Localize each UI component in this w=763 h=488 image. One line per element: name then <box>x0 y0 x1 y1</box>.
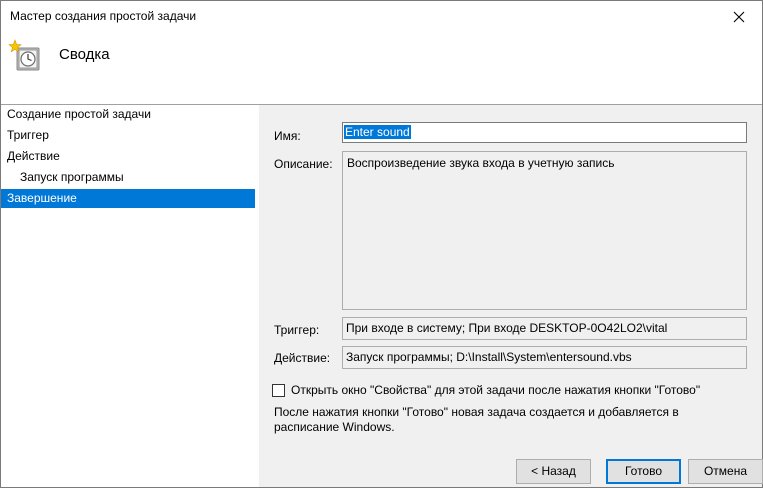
name-field-value: Enter sound <box>344 125 411 139</box>
task-scheduler-clock-icon <box>8 39 40 71</box>
nav-item-label: Действие <box>7 149 60 163</box>
close-button[interactable] <box>716 1 762 32</box>
open-properties-label[interactable]: Открыть окно "Свойства" для этой задачи … <box>291 383 700 397</box>
cancel-button[interactable]: Отмена <box>688 459 763 484</box>
name-field[interactable]: Enter sound <box>342 122 747 143</box>
wizard-body: Создание простой задачи Триггер Действие… <box>1 105 763 487</box>
action-field-value: Запуск программы; D:\Install\System\ente… <box>346 350 632 364</box>
action-label: Действие: <box>274 351 331 365</box>
nav-item-label: Запуск программы <box>20 170 124 184</box>
wizard-steps-nav: Создание простой задачи Триггер Действие… <box>1 105 259 487</box>
nav-item-label: Создание простой задачи <box>7 107 151 121</box>
trigger-field-value: При входе в систему; При входе DESKTOP-0… <box>346 321 668 335</box>
nav-item-label: Завершение <box>7 191 77 205</box>
nav-item-start-program[interactable]: Запуск программы <box>1 168 274 187</box>
close-icon <box>733 11 745 22</box>
description-field-value: Воспроизведение звука входа в учетную за… <box>347 156 615 170</box>
nav-item-label: Триггер <box>7 128 49 142</box>
title-bar: Мастер создания простой задачи <box>1 1 762 32</box>
nav-item-create-task[interactable]: Создание простой задачи <box>1 105 261 124</box>
description-field[interactable]: Воспроизведение звука входа в учетную за… <box>342 151 747 310</box>
wizard-header: Сводка <box>1 32 762 105</box>
window-title: Мастер создания простой задачи <box>10 9 197 23</box>
summary-content: Имя: Enter sound Описание: Воспроизведен… <box>259 105 763 487</box>
action-field[interactable]: Запуск программы; D:\Install\System\ente… <box>342 346 747 369</box>
nav-item-action[interactable]: Действие <box>1 147 261 166</box>
open-properties-checkbox[interactable] <box>272 384 285 397</box>
back-button[interactable]: < Назад <box>516 459 591 484</box>
name-label: Имя: <box>274 129 301 143</box>
finish-button[interactable]: Готово <box>606 459 681 484</box>
nav-item-trigger[interactable]: Триггер <box>1 126 261 145</box>
page-title: Сводка <box>59 46 110 63</box>
trigger-label: Триггер: <box>274 323 320 337</box>
wizard-window: Мастер создания простой задачи Сводка Со… <box>0 0 763 488</box>
trigger-field[interactable]: При входе в систему; При входе DESKTOP-0… <box>342 317 747 340</box>
description-label: Описание: <box>274 157 333 171</box>
nav-item-finish[interactable]: Завершение <box>1 189 255 208</box>
finish-info-text: После нажатия кнопки "Готово" новая зада… <box>274 405 679 434</box>
